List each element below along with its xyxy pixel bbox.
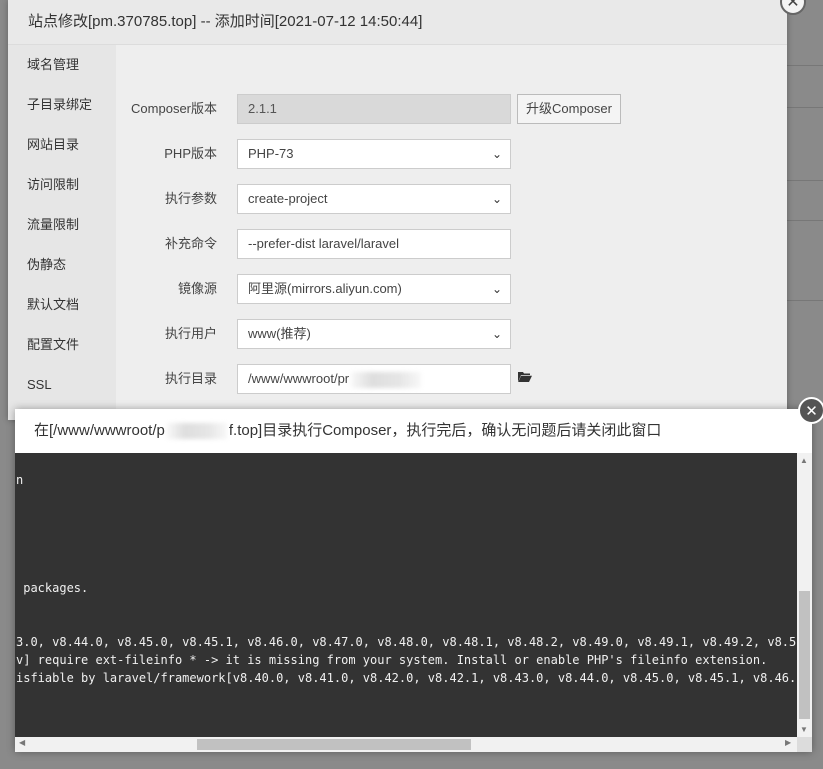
sidebar-item-traffic-limit[interactable]: 流量限制 <box>8 205 116 245</box>
exec-user-label: 执行用户 <box>164 326 217 341</box>
extra-cmd-row: 补充命令 --prefer-dist laravel/laravel <box>116 229 787 259</box>
sidebar-item-site-dir[interactable]: 网站目录 <box>8 125 116 165</box>
close-icon[interactable]: ✕ <box>798 397 823 424</box>
upgrade-composer-button[interactable]: 升级Composer <box>517 94 621 124</box>
site-sidebar: 域名管理 子目录绑定 网站目录 访问限制 流量限制 伪静态 默认文档 配置文件 … <box>8 45 116 420</box>
scroll-left-icon[interactable]: ◀ <box>19 738 25 747</box>
horizontal-scrollbar[interactable]: ◀ ▶ <box>15 737 797 752</box>
site-edit-dialog: 站点修改[pm.370785.top] -- 添加时间[2021-07-12 1… <box>8 0 806 420</box>
terminal-output[interactable]: n packages. 3.0, v8.44.0, v8.45.0, v8.45… <box>15 453 797 737</box>
sidebar-item-subdir[interactable]: 子目录绑定 <box>8 85 116 125</box>
chevron-down-icon: ⌄ <box>491 147 502 161</box>
exec-args-value: create-project <box>248 191 328 206</box>
mirror-label: 镜像源 <box>177 281 217 296</box>
redacted-blur <box>351 371 422 388</box>
mirror-value: 阿里源(mirrors.aliyun.com) <box>248 281 402 296</box>
php-version-value: PHP-73 <box>248 146 294 161</box>
vertical-scrollbar[interactable]: ▲ ▼ <box>797 453 812 737</box>
terminal-line: packages. <box>16 581 89 595</box>
site-edit-dialog-title: 站点修改[pm.370785.top] -- 添加时间[2021-07-12 1… <box>8 0 787 45</box>
title-suffix: f.top]目录执行Composer，执行完后，确认无问题后请关闭此窗口 <box>228 422 662 439</box>
sidebar-item-ssl[interactable]: SSL <box>8 365 116 405</box>
exec-args-select[interactable]: create-project ⌄ <box>237 184 511 214</box>
chevron-down-icon: ⌄ <box>491 282 502 296</box>
terminal-line: v] require ext-fileinfo * -> it is missi… <box>16 653 768 667</box>
terminal-line: 3.0, v8.44.0, v8.45.0, v8.45.1, v8.46.0,… <box>16 635 797 649</box>
composer-form: Composer版本 2.1.1 升级Composer PHP版本 PHP-73… <box>116 45 787 420</box>
sidebar-item-rewrite[interactable]: 伪静态 <box>8 245 116 285</box>
title-prefix: 在[/www/wwwroot/p <box>34 422 165 439</box>
scroll-up-icon[interactable]: ▲ <box>800 456 808 465</box>
composer-exec-dialog-title: 在[/www/wwwroot/p f.top]目录执行Composer，执行完后，… <box>15 409 812 454</box>
sidebar-item-config[interactable]: 配置文件 <box>8 325 116 365</box>
exec-dir-input[interactable]: /www/wwwroot/pr <box>237 364 511 394</box>
terminal-line: isfiable by laravel/framework[v8.40.0, v… <box>16 671 797 685</box>
php-version-row: PHP版本 PHP-73 ⌄ <box>116 139 787 169</box>
horizontal-scroll-thumb[interactable] <box>197 739 471 750</box>
composer-version-label: Composer版本 <box>131 101 217 116</box>
sidebar-item-access-limit[interactable]: 访问限制 <box>8 165 116 205</box>
folder-icon[interactable] <box>518 371 532 382</box>
chevron-down-icon: ⌄ <box>491 327 502 341</box>
exec-user-select[interactable]: www(推荐) ⌄ <box>237 319 511 349</box>
extra-cmd-label: 补充命令 <box>164 236 217 251</box>
exec-user-value: www(推荐) <box>248 326 311 341</box>
vertical-scroll-thumb[interactable] <box>799 591 810 719</box>
scrollbar-corner <box>797 737 812 752</box>
exec-dir-value: /www/wwwroot/pr <box>248 371 350 386</box>
mirror-select[interactable]: 阿里源(mirrors.aliyun.com) ⌄ <box>237 274 511 304</box>
exec-dir-row: 执行目录 /www/wwwroot/pr <box>116 364 787 394</box>
redacted-blur <box>166 423 227 440</box>
sidebar-item-domain[interactable]: 域名管理 <box>8 45 116 85</box>
composer-exec-dialog: 在[/www/wwwroot/p f.top]目录执行Composer，执行完后，… <box>15 409 812 752</box>
extra-cmd-input[interactable]: --prefer-dist laravel/laravel <box>237 229 511 259</box>
composer-version-field: 2.1.1 <box>237 94 511 124</box>
scroll-down-icon[interactable]: ▼ <box>800 725 808 734</box>
exec-user-row: 执行用户 www(推荐) ⌄ <box>116 319 787 349</box>
composer-version-row: Composer版本 2.1.1 升级Composer <box>116 94 787 124</box>
exec-args-row: 执行参数 create-project ⌄ <box>116 184 787 214</box>
mirror-row: 镜像源 阿里源(mirrors.aliyun.com) ⌄ <box>116 274 787 304</box>
sidebar-item-default-doc[interactable]: 默认文档 <box>8 285 116 325</box>
scroll-right-icon[interactable]: ▶ <box>785 738 791 747</box>
terminal-line: n <box>16 473 24 487</box>
exec-args-label: 执行参数 <box>164 191 217 206</box>
php-version-select[interactable]: PHP-73 ⌄ <box>237 139 511 169</box>
chevron-down-icon: ⌄ <box>491 192 502 206</box>
php-version-label: PHP版本 <box>164 146 217 161</box>
exec-dir-label: 执行目录 <box>164 371 217 386</box>
